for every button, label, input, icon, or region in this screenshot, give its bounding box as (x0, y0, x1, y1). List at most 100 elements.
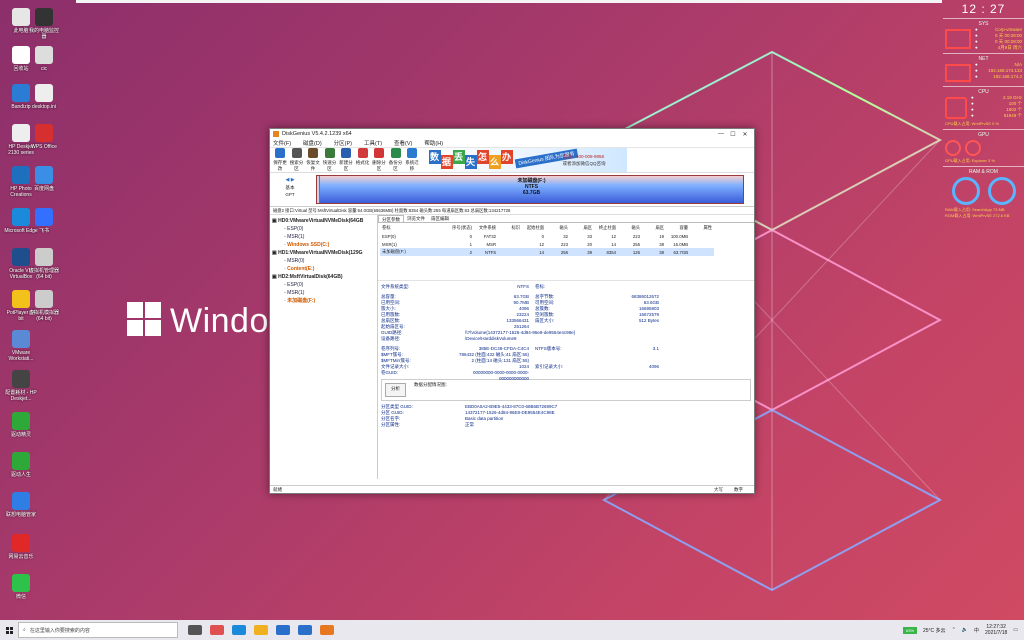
column-header[interactable]: 属性 (690, 224, 714, 232)
table-cell (690, 248, 715, 256)
desktop-icon[interactable]: 我的电脑监控器 (27, 8, 61, 40)
desktop-icon[interactable]: 联想电脑管家 (4, 492, 38, 518)
desktop-icon[interactable]: 驱动人生 (4, 452, 38, 478)
maximize-icon[interactable]: ☐ (727, 131, 739, 138)
taskbar-clock[interactable]: 12:27:32 2021/7/18 (985, 624, 1007, 636)
rom-load-text: ROM载入占用: WmiPrvSE 272.6 KB (945, 213, 1010, 218)
taskbar-app-icon[interactable] (320, 625, 334, 635)
toolbar-button[interactable]: 恢复文件 (305, 148, 321, 172)
input-language[interactable]: 中 (974, 627, 979, 634)
toolbar-button[interactable]: 格式化 (355, 148, 371, 172)
tab[interactable]: 分区参数 (378, 215, 404, 222)
desktop-icon[interactable]: 驱动精灵 (4, 412, 38, 438)
column-header[interactable]: 卷标 (380, 224, 450, 232)
desktop-icon[interactable]: 网易云音乐 (4, 534, 38, 560)
toolbar-button-icon (275, 148, 285, 158)
table-cell (498, 248, 523, 256)
taskbar-app-icon[interactable] (276, 625, 290, 635)
tree-node[interactable]: ◦ ESP(0) (272, 281, 377, 289)
toolbar-button[interactable]: 系统迁移 (404, 148, 420, 172)
tree-node[interactable]: ◦ MSR(0) (272, 257, 377, 265)
menu-item[interactable]: 查看(V) (394, 139, 412, 147)
partition-bar-main[interactable]: 未加磁盘(F:) NTFS 63.7GB (320, 176, 743, 203)
desktop-icon[interactable]: 百度网盘 (27, 166, 61, 192)
cpu-chip-icon (945, 97, 967, 119)
menu-item[interactable]: 帮助(H) (424, 139, 443, 147)
toolbar-button[interactable]: 快速分区 (322, 148, 338, 172)
desktop-icon[interactable]: 飞书 (27, 208, 61, 234)
app-shortcut-icon (12, 534, 30, 552)
battery-indicator[interactable]: 63% (903, 626, 917, 634)
toolbar-button[interactable]: 搜索分区 (289, 148, 305, 172)
ad-banner[interactable]: DiskGenius 团队为您服务 电话：400-008-9958 或者添加微信… (426, 148, 627, 172)
tree-node[interactable]: ▣ HD1:VMwareVirtualNVMeDisk(129G (272, 249, 377, 257)
taskbar-app-icon[interactable] (232, 625, 246, 635)
tab[interactable]: 浏览文件 (404, 215, 428, 222)
desktop-icon[interactable]: 虚拟机模拟器 (64 bit) (27, 290, 61, 322)
tree-node[interactable]: ◦ MSR(1) (272, 289, 377, 297)
monitor-screen-icon (945, 29, 971, 49)
tree-node[interactable]: ◦ Windows SSD(C:) (272, 241, 377, 249)
toolbar-button-icon (341, 148, 351, 158)
tree-node[interactable]: ◦ MSR(1) (272, 233, 377, 241)
desktop-icon-label: 驱动精灵 (10, 432, 31, 438)
desktop-icon[interactable]: desktop.ini (27, 84, 61, 110)
desktop-icon[interactable]: WPS Office (27, 124, 61, 150)
notification-icon[interactable]: ▭ (1013, 627, 1018, 633)
close-icon[interactable]: ✕ (739, 131, 751, 138)
desktop-icon-label: desktop.ini (32, 104, 56, 110)
taskbar-app-icon[interactable] (210, 625, 224, 635)
caps-indicator: 大写 (714, 487, 723, 492)
desktop-icon[interactable]: 微信 (4, 574, 38, 600)
column-header[interactable]: 容量 (666, 224, 690, 232)
column-header[interactable]: 磁头 (618, 224, 642, 232)
desktop-icon[interactable]: 配置耗材 - HP Deskjet... (4, 370, 38, 402)
desktop-icon[interactable]: cic (27, 46, 61, 72)
column-header[interactable]: 起始柱面 (522, 224, 546, 232)
app-shortcut-icon (12, 492, 30, 510)
taskbar-search[interactable]: ⌕ 在这里输入你要搜索的内容 (18, 622, 178, 638)
taskbar-app-icon[interactable] (298, 625, 312, 635)
menu-item[interactable]: 文件(F) (273, 139, 291, 147)
device-path: \Device\HarddiskVolume8 (465, 336, 517, 341)
table-row[interactable]: ESP(0) 0 FAT32 0 32 33 12 223 19 100.0MB (380, 232, 714, 240)
tree-node[interactable]: ◦ 未加磁盘(F:) (272, 297, 377, 305)
table-row[interactable]: MSR(1) 1 MSR 12 223 20 14 255 38 16.0MB (380, 240, 714, 248)
speaker-icon[interactable]: 🔈 (962, 627, 968, 633)
desktop-icon[interactable]: VMware Workstati... (4, 330, 38, 362)
column-header[interactable]: 终止柱面 (594, 224, 618, 232)
toolbar-button[interactable]: 删除分区 (371, 148, 387, 172)
table-cell: 8354 (594, 248, 619, 256)
disk-nav-arrows-icon[interactable]: ◀ ▶ (270, 177, 310, 184)
column-header[interactable]: 文件系统 (474, 224, 498, 232)
column-header[interactable]: 磁头 (546, 224, 570, 232)
tree-node[interactable]: ◦ ESP(0) (272, 225, 377, 233)
menu-item[interactable]: 分区(P) (334, 139, 352, 147)
column-header[interactable]: 标识 (498, 224, 522, 232)
tree-node[interactable]: ▣ HD2:MsftVirtualDisk(64GB) (272, 273, 377, 281)
column-header[interactable]: 扇区 (570, 224, 594, 232)
start-button[interactable] (0, 620, 18, 640)
tab[interactable]: 扇区编辑 (428, 215, 452, 222)
app-shortcut-icon (35, 166, 53, 184)
minimize-icon[interactable]: — (715, 131, 727, 137)
toolbar-button[interactable]: 新建分区 (338, 148, 354, 172)
analyze-button[interactable]: 分析 (385, 383, 406, 397)
toolbar-button[interactable]: 保存更改 (272, 148, 288, 172)
toolbar-button[interactable]: 备份分区 (388, 148, 404, 172)
menu-item[interactable]: 磁盘(D) (303, 139, 322, 147)
column-header[interactable]: 扇区 (642, 224, 666, 232)
desktop-icon[interactable]: 虚拟机管理器 (64 bit) (27, 248, 61, 280)
weather-widget[interactable]: 25°C 多云 (923, 627, 946, 634)
partition-bar[interactable]: 未加磁盘(F:) NTFS 63.7GB (316, 175, 744, 204)
window-titlebar[interactable]: DiskGenius V5.4.2.1239 x64 — ☐ ✕ (270, 129, 754, 139)
column-header[interactable]: 序号(状态) (450, 224, 474, 232)
chevron-up-icon[interactable]: ⌃ (952, 627, 956, 633)
taskbar-app-icon[interactable] (254, 625, 268, 635)
taskbar-app-icon[interactable] (188, 625, 202, 635)
menu-item[interactable]: 工具(T) (364, 139, 382, 147)
tree-node[interactable]: ◦ Content(E:) (272, 265, 377, 273)
table-row[interactable]: 未加磁盘(F:) 2 NTFS 14 256 39 8354 126 38 63.7GB (380, 248, 715, 256)
diskgenius-window[interactable]: DiskGenius V5.4.2.1239 x64 — ☐ ✕ 文件(F) 磁盘… (269, 128, 755, 494)
tree-node[interactable]: ▣ HD0:VMwareVirtualNVMeDisk(64GB (272, 217, 377, 225)
